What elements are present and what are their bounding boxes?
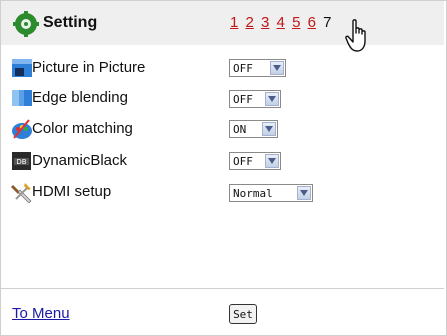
picture-in-picture-select[interactable]: OFF bbox=[229, 59, 286, 77]
svg-text:DB: DB bbox=[16, 158, 26, 166]
select-value: ON bbox=[233, 123, 247, 136]
setting-label: DynamicBlack bbox=[32, 152, 128, 169]
chevron-down-icon bbox=[265, 92, 279, 106]
hdmi-setup-select[interactable]: Normal bbox=[229, 184, 313, 202]
select-value: OFF bbox=[233, 93, 253, 106]
header-bar: Setting 1 2 3 4 5 6 7 bbox=[1, 1, 444, 45]
setting-label: Color matching bbox=[32, 120, 133, 137]
select-value: Normal bbox=[233, 187, 273, 200]
setting-label: HDMI setup bbox=[32, 183, 112, 200]
chevron-down-icon bbox=[265, 154, 279, 168]
edge-blending-icon bbox=[12, 90, 32, 106]
page-navigation: 1 2 3 4 5 6 7 bbox=[230, 14, 334, 31]
page-link-1[interactable]: 1 bbox=[230, 14, 238, 31]
set-button[interactable]: Set bbox=[229, 304, 257, 324]
color-matching-select[interactable]: ON bbox=[229, 120, 278, 138]
chevron-down-icon bbox=[270, 61, 284, 75]
page-link-4[interactable]: 4 bbox=[277, 14, 285, 31]
hand-pointer-icon bbox=[345, 19, 366, 52]
chevron-down-icon bbox=[297, 186, 311, 200]
page-current-7: 7 bbox=[323, 14, 332, 31]
picture-in-picture-icon bbox=[12, 59, 32, 77]
chevron-down-icon bbox=[262, 122, 276, 136]
page-link-6[interactable]: 6 bbox=[308, 14, 316, 31]
dynamic-black-icon: DB bbox=[12, 152, 31, 170]
page-title: Setting bbox=[43, 14, 98, 31]
setting-label: Edge blending bbox=[32, 89, 128, 106]
setting-label: Picture in Picture bbox=[32, 59, 146, 76]
select-value: OFF bbox=[233, 62, 253, 75]
edge-blending-select[interactable]: OFF bbox=[229, 90, 281, 108]
setting-gear-icon bbox=[13, 11, 39, 37]
footer-divider bbox=[1, 288, 444, 289]
color-matching-icon bbox=[12, 119, 32, 139]
page-link-2[interactable]: 2 bbox=[246, 14, 254, 31]
page-link-5[interactable]: 5 bbox=[292, 14, 300, 31]
to-menu-link[interactable]: To Menu bbox=[12, 305, 70, 322]
dynamic-black-select[interactable]: OFF bbox=[229, 152, 281, 170]
page-link-3[interactable]: 3 bbox=[261, 14, 269, 31]
select-value: OFF bbox=[233, 155, 253, 168]
hdmi-setup-icon bbox=[11, 183, 32, 203]
